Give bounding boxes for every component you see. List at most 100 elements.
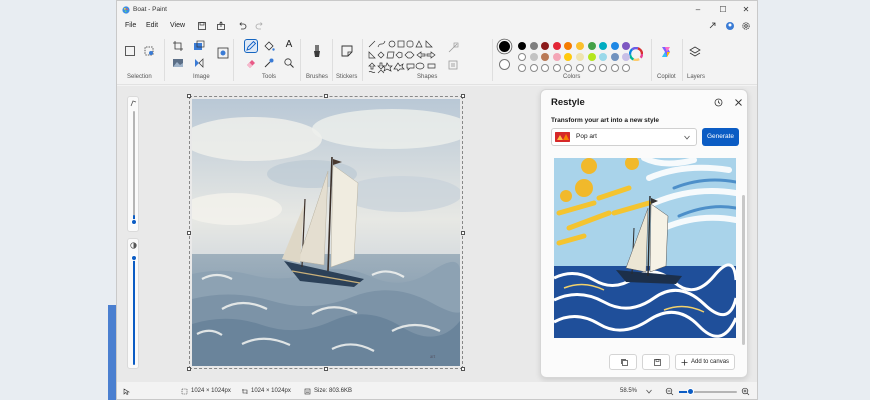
fill-bucket-icon[interactable] (263, 40, 275, 52)
opacity-thumb[interactable] (131, 255, 137, 261)
account-icon[interactable] (725, 21, 735, 31)
resize-handle[interactable] (324, 94, 328, 98)
save-icon[interactable] (197, 21, 207, 31)
resize-handle[interactable] (187, 367, 191, 371)
palette-color-swatch[interactable] (564, 42, 573, 50)
color-wheel-icon[interactable] (629, 47, 643, 61)
palette-color-swatch[interactable] (610, 42, 619, 50)
custom-color-slot[interactable] (518, 64, 526, 72)
group-label-stickers: Stickers (336, 74, 358, 80)
group-label-selection: Selection (127, 74, 152, 80)
palette-color-swatch[interactable] (576, 53, 584, 61)
resize-icon[interactable] (193, 40, 205, 52)
style-dropdown[interactable]: Pop art (551, 128, 697, 146)
palette-color-swatch[interactable] (541, 42, 550, 50)
eraser-icon[interactable] (245, 57, 257, 69)
zoom-out-icon[interactable] (665, 387, 674, 396)
resize-handle[interactable] (461, 231, 465, 235)
canvas-size-text: 1024 × 1024px (251, 388, 291, 394)
shape-fill-icon[interactable] (447, 59, 459, 71)
shape-outline-icon[interactable] (447, 42, 459, 54)
resize-handle[interactable] (461, 367, 465, 371)
menu-view[interactable]: View (170, 22, 185, 29)
brush-size-thumb[interactable] (131, 219, 137, 225)
resize-handle[interactable] (187, 94, 191, 98)
palette-color-swatch[interactable] (599, 42, 608, 50)
share-icon[interactable] (216, 21, 226, 31)
custom-color-slot[interactable] (576, 64, 584, 72)
custom-color-slot[interactable] (610, 64, 619, 72)
resize-handle[interactable] (187, 231, 191, 235)
copilot-icon[interactable] (659, 45, 673, 59)
zoom-slider[interactable] (679, 388, 737, 395)
close-icon[interactable] (734, 98, 743, 107)
primary-color-swatch[interactable] (499, 41, 510, 52)
generate-button[interactable]: Generate (702, 128, 739, 146)
resize-handle[interactable] (461, 94, 465, 98)
palette-color-swatch[interactable] (576, 42, 584, 50)
palette-color-swatch[interactable] (529, 42, 538, 50)
palette-color-swatch[interactable] (529, 53, 538, 61)
restyled-preview-image[interactable] (554, 158, 736, 338)
ribbon-divider (233, 39, 234, 81)
crop-icon[interactable] (172, 40, 184, 52)
palette-color-swatch[interactable] (518, 53, 526, 61)
zoom-percent[interactable]: 58.5% (620, 388, 637, 394)
palette-color-swatch[interactable] (599, 53, 608, 61)
save-icon (654, 359, 661, 366)
shapes-gallery[interactable] (367, 40, 441, 74)
custom-color-slot[interactable] (529, 64, 538, 72)
redo-icon[interactable] (255, 21, 265, 31)
select-all-icon[interactable] (143, 45, 155, 57)
custom-color-slot[interactable] (599, 64, 608, 72)
palette-color-swatch[interactable] (541, 53, 550, 61)
palette-color-swatch[interactable] (587, 53, 596, 61)
pencil-icon[interactable] (245, 40, 257, 52)
copy-button[interactable] (609, 354, 637, 370)
custom-color-slot[interactable] (622, 64, 631, 72)
brush-size-slider[interactable] (127, 96, 139, 232)
canvas-sailboat-painting[interactable]: art (192, 99, 460, 366)
settings-gear-icon[interactable] (741, 21, 751, 31)
palette-color-swatch[interactable] (552, 42, 561, 50)
secondary-color-swatch[interactable] (499, 59, 510, 70)
palette-color-swatch[interactable] (518, 42, 526, 50)
select-rectangle-icon[interactable] (124, 45, 136, 57)
brush-icon[interactable] (310, 44, 324, 58)
undo-icon[interactable] (237, 21, 247, 31)
custom-color-slot[interactable] (541, 64, 550, 72)
panel-scrollbar[interactable] (742, 195, 745, 345)
image-select-icon[interactable] (172, 57, 184, 69)
menu-edit[interactable]: Edit (146, 22, 158, 29)
window-title: Boat - Paint (133, 6, 167, 13)
color-picker-icon[interactable] (263, 57, 275, 69)
flip-icon[interactable] (193, 57, 205, 69)
ribbon-toolbar: Selection Image A Tools Brushes Stickers (117, 35, 757, 85)
opacity-slider[interactable] (127, 238, 139, 369)
palette-color-swatch[interactable] (610, 53, 619, 61)
zoom-slider-thumb[interactable] (687, 388, 695, 395)
palette-color-swatch[interactable] (587, 42, 596, 50)
palette-color-swatch[interactable] (564, 53, 573, 61)
magnifier-icon[interactable] (283, 57, 295, 69)
close-button[interactable]: ✕ (734, 4, 757, 16)
maximize-button[interactable]: ☐ (711, 4, 735, 16)
custom-color-slot[interactable] (552, 64, 561, 72)
save-image-button[interactable] (642, 354, 670, 370)
community-icon[interactable] (708, 21, 718, 31)
minimize-button[interactable]: – (686, 4, 710, 16)
menu-file[interactable]: File (125, 22, 136, 29)
sticker-icon[interactable] (340, 44, 354, 58)
history-icon[interactable] (714, 98, 723, 107)
resize-handle[interactable] (324, 367, 328, 371)
custom-color-slot[interactable] (587, 64, 596, 72)
layers-icon[interactable] (688, 45, 702, 59)
add-to-canvas-button[interactable]: Add to canvas (675, 354, 735, 370)
text-tool-icon[interactable]: A (283, 39, 295, 51)
group-label-shapes: Shapes (417, 74, 438, 80)
zoom-in-icon[interactable] (741, 387, 750, 396)
palette-color-swatch[interactable] (552, 53, 561, 61)
custom-color-slot[interactable] (564, 64, 573, 72)
remove-background-icon[interactable] (217, 47, 229, 59)
zoom-dropdown-chevron-icon[interactable] (646, 389, 652, 394)
